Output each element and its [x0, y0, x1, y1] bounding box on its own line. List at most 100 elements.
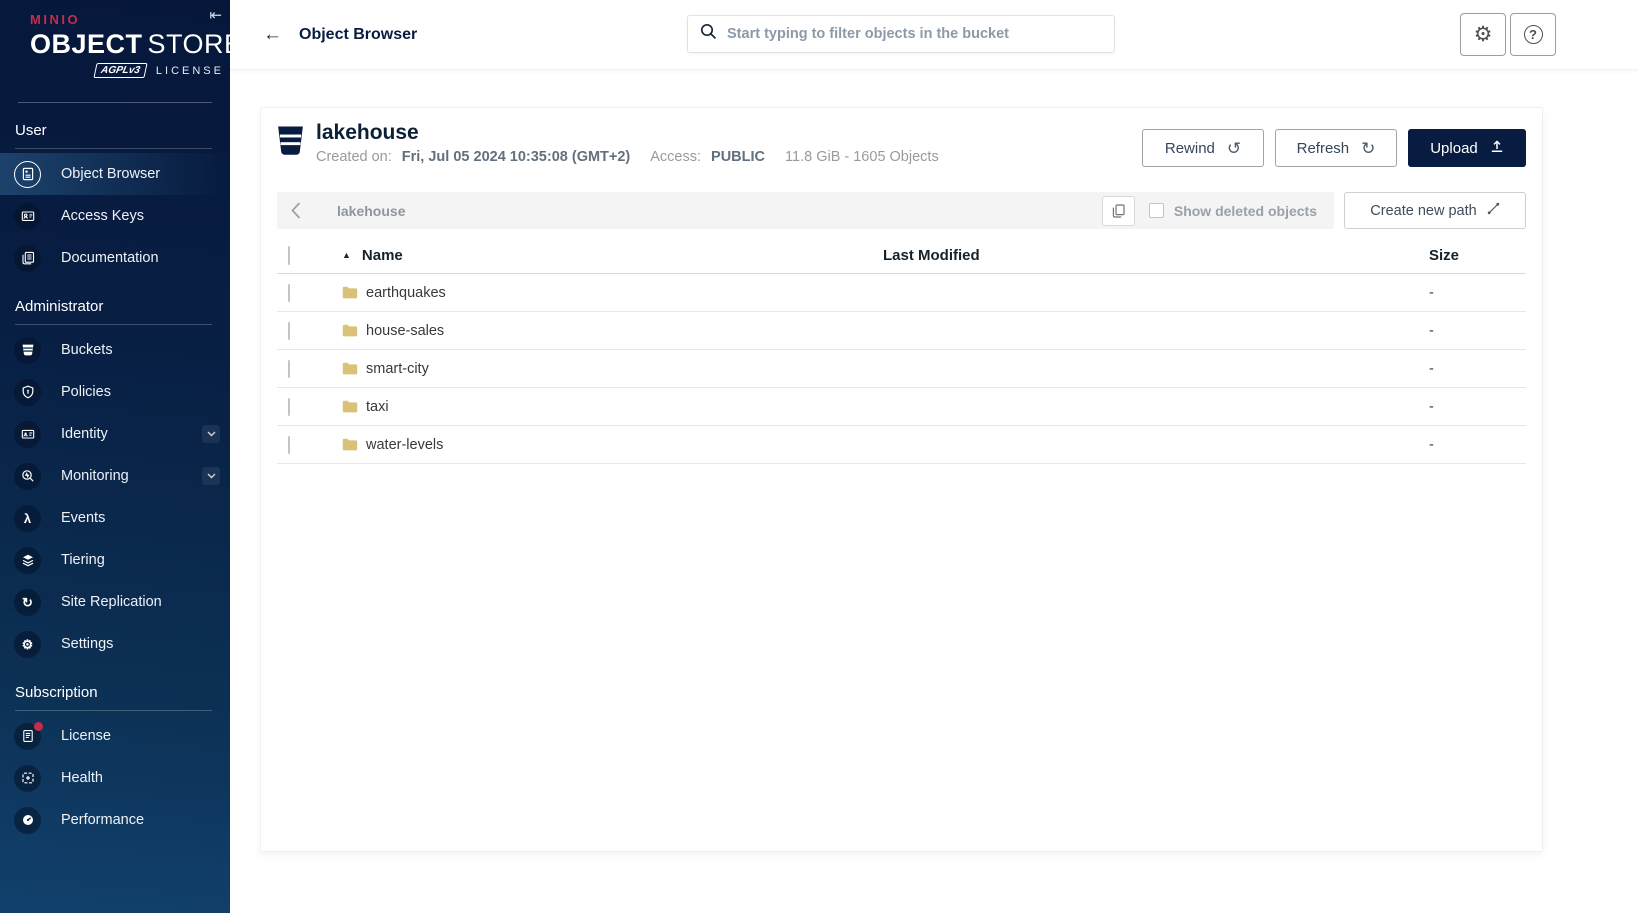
created-value: Fri, Jul 05 2024 10:35:08 (GMT+2): [401, 149, 631, 165]
select-all-cell: [277, 245, 329, 265]
replication-icon: ↻: [14, 588, 41, 616]
sidebar-item-license[interactable]: License: [0, 715, 230, 757]
sidebar: ⇤ MINIO OBJECTSTORE AGPLv3 LICENSE User: [0, 0, 230, 913]
page-title[interactable]: ← Object Browser: [263, 24, 417, 46]
size-cell: -: [1429, 322, 1434, 339]
path-back-chevron[interactable]: [277, 192, 315, 229]
table-row[interactable]: smart-city -: [277, 350, 1526, 388]
object-name-cell[interactable]: house-sales: [329, 323, 883, 339]
sidebar-item-label: Policies: [61, 384, 111, 400]
refresh-button[interactable]: Refresh ↻: [1275, 129, 1397, 167]
browse-toolbar: lakehouse Show deleted objects Create ne…: [277, 192, 1526, 229]
logo: MINIO OBJECTSTORE AGPLv3 LICENSE: [0, 0, 230, 88]
gear-icon: ⚙: [14, 630, 41, 658]
search-box: [687, 15, 1115, 53]
help-button[interactable]: ?: [1510, 13, 1556, 56]
object-name: smart-city: [366, 360, 429, 377]
page-title-label: Object Browser: [299, 25, 418, 43]
sidebar-item-site-replication[interactable]: ↻ Site Replication: [0, 581, 230, 623]
sidebar-item-label: Object Browser: [61, 166, 161, 182]
rewind-label: Rewind: [1164, 139, 1215, 157]
create-new-path-button[interactable]: Create new path: [1344, 192, 1526, 229]
sidebar-item-events[interactable]: λ Events: [0, 497, 230, 539]
chevron-down-icon[interactable]: [202, 425, 220, 443]
row-checkbox[interactable]: [288, 321, 290, 340]
documentation-icon: [14, 244, 41, 272]
sort-asc-icon[interactable]: ▲: [342, 250, 351, 260]
divider: [15, 710, 212, 711]
object-name-cell[interactable]: water-levels: [329, 437, 883, 453]
object-name-cell[interactable]: smart-city: [329, 361, 883, 377]
name-header[interactable]: ▲ Name: [329, 247, 883, 264]
main-area: ← Object Browser ⚙ ?: [230, 0, 1638, 913]
settings-button[interactable]: ⚙: [1460, 13, 1506, 56]
bucket-titles: lakehouse Created on: Fri, Jul 05 2024 1…: [316, 121, 939, 165]
layers-icon: [14, 546, 41, 574]
sidebar-item-object-browser[interactable]: Object Browser: [0, 153, 230, 195]
table-row[interactable]: water-levels -: [277, 426, 1526, 464]
row-check-cell: [277, 321, 329, 340]
upload-button[interactable]: Upload: [1408, 129, 1526, 167]
sidebar-item-health[interactable]: Health: [0, 757, 230, 799]
collapse-sidebar-icon[interactable]: ⇤: [209, 6, 222, 24]
sidebar-item-label: Identity: [61, 426, 108, 442]
buckets-icon: [14, 336, 41, 364]
sidebar-item-policies[interactable]: Policies: [0, 371, 230, 413]
row-check-cell: [277, 435, 329, 454]
sidebar-item-performance[interactable]: Performance: [0, 799, 230, 841]
policies-icon: [14, 378, 41, 406]
sidebar-item-monitoring[interactable]: Monitoring: [0, 455, 230, 497]
bucket-header: lakehouse Created on: Fri, Jul 05 2024 1…: [277, 108, 1526, 177]
sidebar-item-access-keys[interactable]: Access Keys: [0, 195, 230, 237]
row-checkbox[interactable]: [288, 435, 290, 454]
created-label: Created on:: [316, 149, 392, 165]
chevron-down-icon[interactable]: [202, 467, 220, 485]
bucket-card: lakehouse Created on: Fri, Jul 05 2024 1…: [260, 107, 1543, 852]
license-row: AGPLv3 LICENSE: [93, 63, 230, 78]
object-name: earthquakes: [366, 284, 446, 301]
folder-icon: [342, 324, 358, 337]
show-deleted-label: Show deleted objects: [1173, 202, 1317, 219]
upload-icon: [1490, 139, 1504, 157]
size-cell: -: [1429, 436, 1434, 453]
sidebar-item-tiering[interactable]: Tiering: [0, 539, 230, 581]
new-path-icon: [1487, 202, 1500, 219]
sidebar-item-documentation[interactable]: Documentation: [0, 237, 230, 279]
row-checkbox[interactable]: [288, 359, 290, 378]
search-input[interactable]: [727, 26, 1102, 42]
back-arrow-icon[interactable]: ←: [263, 24, 282, 46]
section-administrator: Administrator: [15, 298, 104, 315]
row-checkbox[interactable]: [288, 283, 290, 302]
table-row[interactable]: house-sales -: [277, 312, 1526, 350]
sidebar-item-label: Site Replication: [61, 594, 162, 610]
size-cell: -: [1429, 398, 1434, 415]
lambda-icon: λ: [14, 504, 41, 532]
size-cell: -: [1429, 284, 1434, 301]
size-header[interactable]: Size: [1428, 247, 1526, 264]
rewind-button[interactable]: Rewind ↺: [1142, 129, 1264, 167]
sidebar-item-label: Performance: [61, 812, 145, 828]
show-deleted-checkbox[interactable]: [1148, 203, 1164, 218]
table-row[interactable]: taxi -: [277, 388, 1526, 426]
refresh-icon: ↻: [1361, 138, 1376, 158]
copy-path-button[interactable]: [1101, 195, 1135, 226]
select-all-checkbox[interactable]: [288, 245, 290, 265]
modified-header[interactable]: Last Modified: [883, 247, 1428, 264]
object-name-cell[interactable]: earthquakes: [329, 285, 883, 301]
table-row[interactable]: earthquakes -: [277, 274, 1526, 312]
sidebar-item-settings[interactable]: ⚙ Settings: [0, 623, 230, 665]
top-bar: ← Object Browser ⚙ ?: [230, 0, 1638, 70]
object-name-cell[interactable]: taxi: [329, 399, 883, 415]
row-checkbox[interactable]: [288, 397, 290, 416]
show-deleted-toggle[interactable]: Show deleted objects: [1148, 202, 1317, 219]
gauge-icon: [14, 806, 41, 834]
monitoring-icon: [14, 462, 41, 490]
sidebar-item-buckets[interactable]: Buckets: [0, 329, 230, 371]
folder-icon: [342, 286, 358, 299]
bucket-summary: 11.8 GiB - 1605 Objects: [785, 149, 939, 165]
help-icon: ?: [1523, 25, 1543, 44]
license-icon: [14, 721, 43, 750]
search-icon: [700, 23, 717, 45]
sidebar-item-identity[interactable]: Identity: [0, 413, 230, 455]
notification-dot: [34, 721, 43, 731]
